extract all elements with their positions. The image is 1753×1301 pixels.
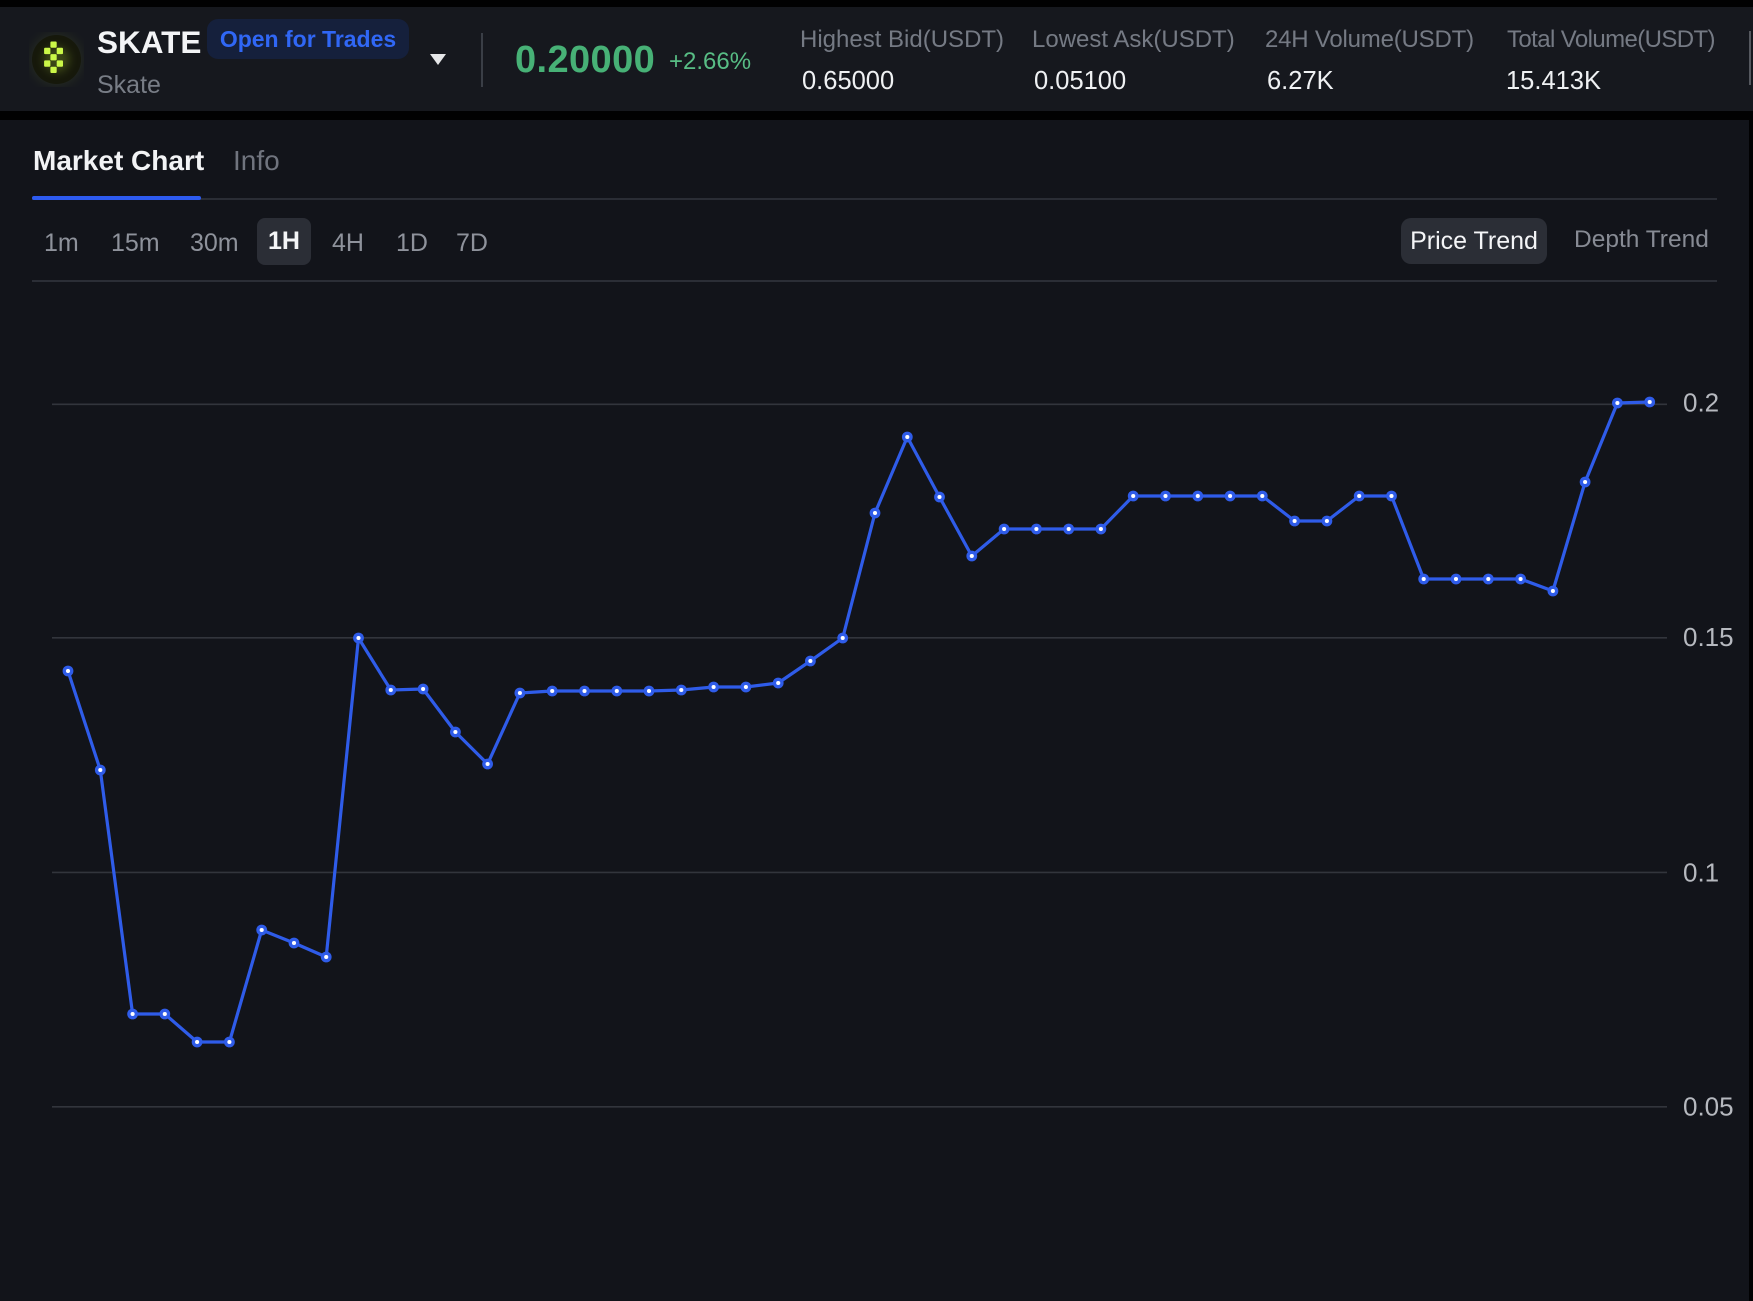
svg-text:0.1: 0.1 [1683, 858, 1719, 888]
svg-text:0.2: 0.2 [1683, 388, 1719, 418]
svg-text:0.15: 0.15 [1683, 622, 1734, 652]
svg-text:0.05: 0.05 [1683, 1092, 1734, 1122]
